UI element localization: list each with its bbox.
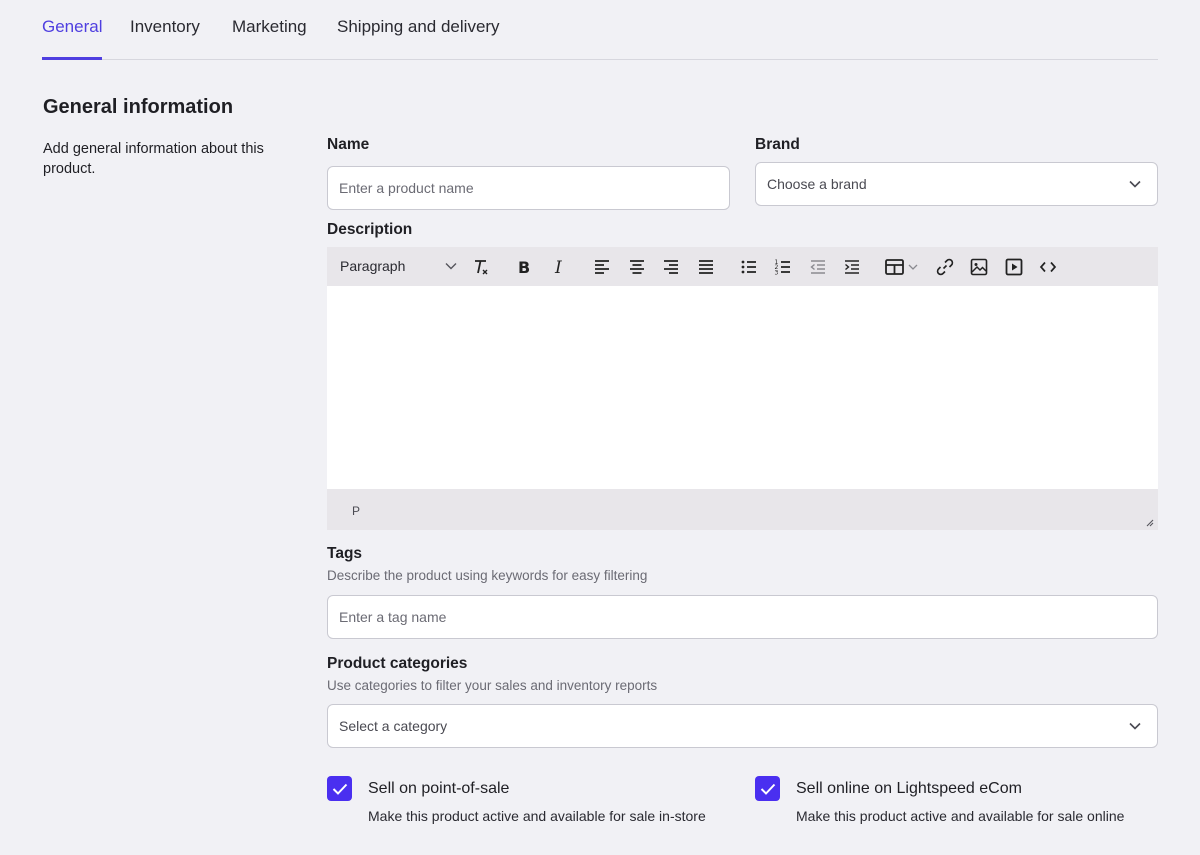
editor-statusbar: P xyxy=(327,489,1158,530)
description-editor: Paragraph B I 123 P xyxy=(327,247,1158,530)
svg-text:I: I xyxy=(554,258,562,277)
block-format-dropdown[interactable]: Paragraph xyxy=(340,258,405,274)
outdent-icon[interactable] xyxy=(807,256,829,278)
chevron-down-icon xyxy=(445,263,457,270)
align-center-icon[interactable] xyxy=(626,256,648,278)
sell-on-pos-description: Make this product active and available f… xyxy=(368,808,706,824)
resize-handle-icon[interactable] xyxy=(1144,517,1154,527)
numbered-list-icon[interactable]: 123 xyxy=(772,256,794,278)
sell-online-description: Make this product active and available f… xyxy=(796,808,1125,824)
category-select[interactable]: Select a category xyxy=(327,704,1158,748)
align-justify-icon[interactable] xyxy=(695,256,717,278)
tab-shipping-and-delivery[interactable]: Shipping and delivery xyxy=(337,17,500,59)
sell-online-title: Sell online on Lightspeed eCom xyxy=(796,780,1022,797)
clear-format-icon[interactable] xyxy=(470,256,492,278)
categories-label: Product categories xyxy=(327,655,468,672)
align-left-icon[interactable] xyxy=(591,256,613,278)
link-icon[interactable] xyxy=(934,256,956,278)
image-icon[interactable] xyxy=(968,256,990,278)
align-right-icon[interactable] xyxy=(660,256,682,278)
editor-content-area[interactable] xyxy=(327,286,1158,489)
section-description: Add general information about this produ… xyxy=(43,141,264,177)
element-path[interactable]: P xyxy=(352,504,360,518)
brand-label: Brand xyxy=(755,136,800,153)
tags-hint: Describe the product using keywords for … xyxy=(327,568,648,583)
sell-online-checkbox[interactable] xyxy=(755,776,780,801)
code-icon[interactable] xyxy=(1037,256,1059,278)
category-select-value: Select a category xyxy=(339,718,448,734)
svg-text:B: B xyxy=(518,258,530,277)
tab-general[interactable]: General xyxy=(42,17,103,60)
indent-icon[interactable] xyxy=(841,256,863,278)
bold-icon[interactable]: B xyxy=(513,256,535,278)
svg-text:3: 3 xyxy=(775,270,779,277)
table-icon[interactable] xyxy=(884,256,924,278)
tag-input[interactable] xyxy=(327,595,1158,639)
name-label: Name xyxy=(327,136,370,153)
sell-on-pos-checkbox[interactable] xyxy=(327,776,352,801)
description-label: Description xyxy=(327,221,413,238)
tab-bar: General Inventory Marketing Shipping and… xyxy=(42,0,1158,60)
name-input[interactable] xyxy=(327,166,730,210)
categories-hint: Use categories to filter your sales and … xyxy=(327,678,658,693)
chevron-down-icon xyxy=(1129,722,1141,730)
chevron-down-icon xyxy=(1129,180,1141,188)
editor-toolbar: Paragraph B I 123 xyxy=(327,247,1158,286)
section-title: General information xyxy=(43,96,234,118)
sell-on-pos-title: Sell on point-of-sale xyxy=(368,780,510,797)
brand-select-value: Choose a brand xyxy=(767,176,867,192)
media-icon[interactable] xyxy=(1003,256,1025,278)
tab-marketing[interactable]: Marketing xyxy=(232,17,307,59)
tab-inventory[interactable]: Inventory xyxy=(130,17,200,59)
italic-icon[interactable]: I xyxy=(548,256,570,278)
checkmark-icon xyxy=(332,783,347,795)
checkmark-icon xyxy=(760,783,775,795)
bullet-list-icon[interactable] xyxy=(738,256,760,278)
brand-select[interactable]: Choose a brand xyxy=(755,162,1158,206)
tags-label: Tags xyxy=(327,545,363,562)
